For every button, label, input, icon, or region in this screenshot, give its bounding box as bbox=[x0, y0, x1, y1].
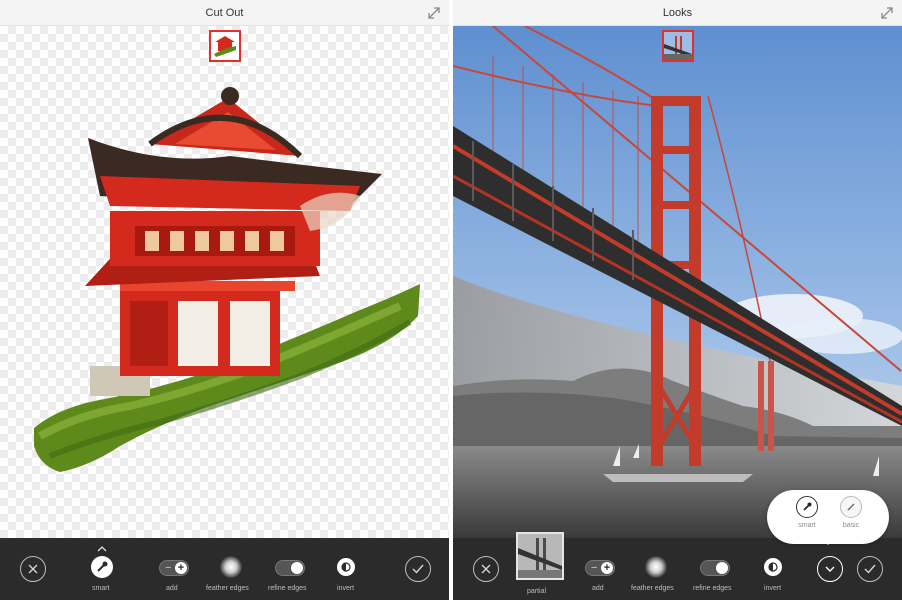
minus-icon: − bbox=[165, 562, 172, 574]
smart-brush-label: smart bbox=[798, 522, 816, 529]
check-icon bbox=[864, 564, 876, 574]
cut-out-toolbar: smart − + add feather edges refine edges bbox=[0, 538, 449, 600]
pencil-icon bbox=[847, 503, 855, 511]
partial-label: partial bbox=[527, 588, 547, 595]
confirm-button[interactable] bbox=[405, 556, 431, 582]
cancel-button[interactable] bbox=[473, 556, 499, 582]
expand-icon[interactable] bbox=[427, 6, 441, 20]
feather-edges-button[interactable] bbox=[220, 556, 242, 578]
invert-button[interactable] bbox=[764, 558, 782, 576]
toggle-knob bbox=[716, 562, 728, 574]
confirm-tool bbox=[403, 538, 433, 600]
cancel-tool bbox=[18, 538, 48, 600]
add-toggle[interactable]: − + bbox=[585, 560, 615, 576]
check-icon bbox=[412, 564, 424, 574]
popover-tail bbox=[822, 538, 834, 545]
feather-edges-label: feather edges bbox=[631, 585, 674, 592]
brush-menu-button[interactable] bbox=[817, 556, 843, 582]
minus-icon: − bbox=[591, 562, 598, 574]
close-icon bbox=[28, 564, 38, 574]
chevron-down-icon bbox=[825, 566, 835, 572]
add-tool: − + add bbox=[583, 538, 617, 600]
smart-brush-button[interactable] bbox=[796, 496, 818, 518]
smart-brush-option[interactable]: smart bbox=[787, 496, 827, 540]
basic-brush-button[interactable] bbox=[840, 496, 862, 518]
confirm-tool bbox=[855, 538, 885, 600]
looks-titlebar: Looks bbox=[453, 0, 902, 26]
plus-icon: + bbox=[175, 562, 187, 574]
invert-tool: invert bbox=[761, 538, 789, 600]
cut-out-thumbnail[interactable] bbox=[208, 30, 241, 62]
smart-button[interactable] bbox=[91, 556, 113, 578]
brush-icon bbox=[803, 502, 812, 511]
refine-edges-label: refine edges bbox=[693, 585, 732, 592]
feather-edges-tool: feather edges bbox=[631, 538, 681, 600]
refine-edges-tool: refine edges bbox=[693, 538, 737, 600]
smart-tool: smart bbox=[86, 538, 118, 600]
close-icon bbox=[481, 564, 491, 574]
partial-thumbnail[interactable] bbox=[516, 532, 564, 580]
cut-out-title: Cut Out bbox=[205, 6, 244, 19]
feather-edges-tool: feather edges bbox=[206, 538, 256, 600]
cancel-button[interactable] bbox=[20, 556, 46, 582]
brush-icon bbox=[97, 561, 108, 572]
invert-button[interactable] bbox=[337, 558, 355, 576]
basic-brush-option[interactable]: basic bbox=[831, 496, 871, 540]
invert-icon bbox=[341, 562, 351, 572]
feather-edges-button[interactable] bbox=[645, 556, 667, 578]
invert-label: invert bbox=[764, 585, 782, 592]
add-label: add bbox=[166, 585, 178, 592]
looks-thumbnail[interactable] bbox=[661, 30, 694, 62]
invert-tool: invert bbox=[334, 538, 362, 600]
plus-icon: + bbox=[601, 562, 613, 574]
brush-type-popover: smart basic bbox=[767, 490, 889, 544]
refine-edges-toggle[interactable] bbox=[700, 560, 730, 576]
add-toggle[interactable]: − + bbox=[159, 560, 189, 576]
refine-edges-label: refine edges bbox=[268, 585, 307, 592]
toggle-knob bbox=[291, 562, 303, 574]
temple-cutout-image bbox=[34, 87, 420, 472]
app-root: Cut Out smart − + add feather edges refi… bbox=[0, 0, 902, 600]
brush-menu-tool bbox=[815, 538, 845, 600]
partial-tool: partial bbox=[516, 532, 564, 600]
feather-edges-label: feather edges bbox=[206, 585, 249, 592]
cancel-tool bbox=[471, 538, 501, 600]
looks-title: Looks bbox=[662, 6, 693, 19]
add-label: add bbox=[592, 585, 604, 592]
refine-edges-toggle[interactable] bbox=[275, 560, 305, 576]
add-tool: − + add bbox=[157, 538, 191, 600]
cut-out-canvas[interactable] bbox=[0, 26, 449, 538]
invert-icon bbox=[768, 562, 778, 572]
invert-label: invert bbox=[337, 585, 355, 592]
smart-label: smart bbox=[92, 585, 110, 592]
basic-brush-label: basic bbox=[842, 522, 860, 529]
bridge-photo bbox=[453, 26, 902, 538]
looks-canvas[interactable] bbox=[453, 26, 902, 538]
chevron-up-icon[interactable] bbox=[97, 546, 107, 552]
expand-icon[interactable] bbox=[880, 6, 894, 20]
looks-toolbar: partial − + add feather edges refine edg… bbox=[453, 532, 902, 600]
cut-out-titlebar: Cut Out bbox=[0, 0, 449, 26]
refine-edges-tool: refine edges bbox=[268, 538, 312, 600]
cut-out-panel: Cut Out smart − + add feather edges refi… bbox=[0, 0, 449, 600]
confirm-button[interactable] bbox=[857, 556, 883, 582]
